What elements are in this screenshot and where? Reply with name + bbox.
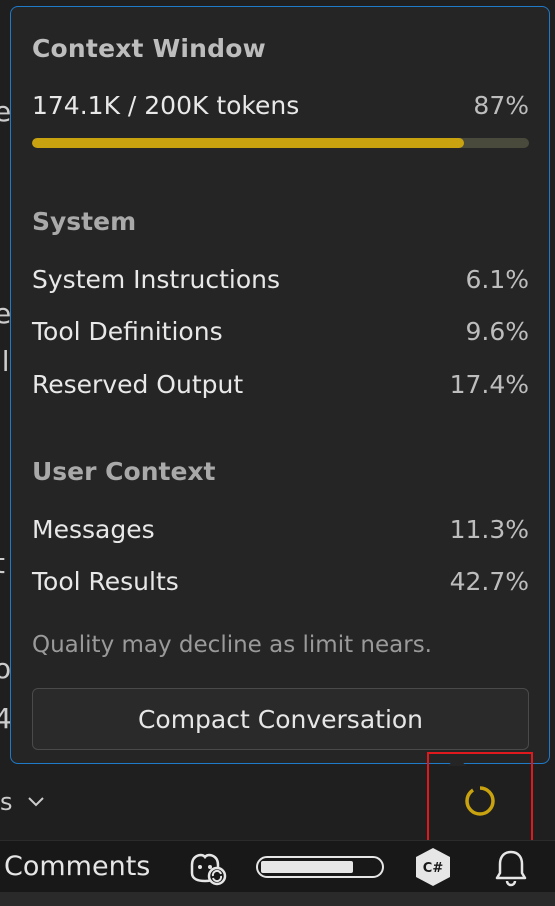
- window-bottom-edge: [0, 892, 555, 906]
- token-usage-progress-fill: [32, 138, 465, 148]
- mode-dropdown[interactable]: s: [0, 788, 45, 816]
- breakdown-row: Reserved Output 17.4%: [32, 370, 529, 399]
- breakdown-row: Tool Definitions 9.6%: [32, 317, 529, 346]
- compact-conversation-button[interactable]: Compact Conversation: [32, 688, 529, 750]
- comments-status-item[interactable]: Comments: [4, 851, 150, 882]
- csharp-badge-text: C#: [423, 861, 444, 876]
- context-window-popup: Context Window 174.1K / 200K tokens 87% …: [10, 6, 550, 764]
- breakdown-value: 11.3%: [449, 515, 529, 544]
- breakdown-label: Reserved Output: [32, 370, 244, 399]
- progress-status-item[interactable]: [256, 856, 384, 878]
- breakdown-label: Tool Definitions: [32, 317, 223, 346]
- breakdown-label: System Instructions: [32, 265, 280, 294]
- token-usage-row: 174.1K / 200K tokens 87%: [32, 91, 529, 120]
- popup-title: Context Window: [32, 34, 266, 63]
- token-usage-label: 174.1K / 200K tokens: [32, 91, 300, 120]
- section-heading-system: System: [32, 207, 137, 236]
- csharp-icon[interactable]: C#: [414, 847, 452, 887]
- breakdown-row: Tool Results 42.7%: [32, 567, 529, 596]
- breakdown-row: Messages 11.3%: [32, 515, 529, 544]
- token-usage-percent: 87%: [473, 91, 529, 120]
- breakdown-label: Messages: [32, 515, 155, 544]
- token-usage-progress-bar: [32, 138, 529, 148]
- breakdown-value: 42.7%: [449, 567, 529, 596]
- breakdown-label: Tool Results: [32, 567, 179, 596]
- highlight-box: [427, 752, 533, 842]
- background-text-fragment: t: [0, 550, 5, 578]
- breakdown-value: 6.1%: [465, 265, 529, 294]
- chevron-down-icon: [27, 797, 44, 807]
- limit-hint: Quality may decline as limit nears.: [32, 632, 432, 658]
- bell-icon[interactable]: [494, 849, 528, 887]
- stage: e e il t o 4 Context Window 174.1K / 200…: [0, 0, 555, 906]
- dropdown-label: s: [0, 788, 13, 816]
- breakdown-value: 17.4%: [449, 370, 529, 399]
- breakdown-row: System Instructions 6.1%: [32, 265, 529, 294]
- breakdown-value: 9.6%: [465, 317, 529, 346]
- copilot-icon[interactable]: [186, 849, 228, 887]
- background-text-fragment: il: [0, 345, 10, 378]
- section-heading-user-context: User Context: [32, 457, 216, 486]
- status-bar: Comments C#: [0, 840, 555, 893]
